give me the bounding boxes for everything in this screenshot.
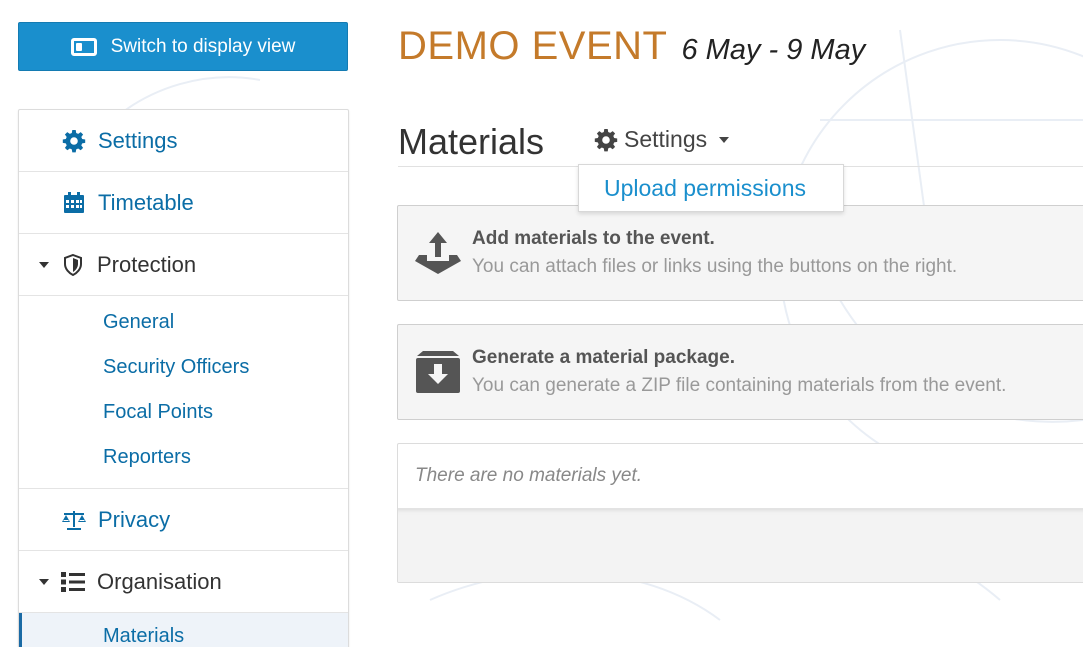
dropdown-item-upload-permissions[interactable]: Upload permissions bbox=[578, 164, 844, 212]
sidebar-item-focal-points[interactable]: Focal Points bbox=[19, 390, 348, 435]
sidebar-section-organisation[interactable]: Organisation bbox=[19, 551, 348, 613]
gear-icon bbox=[61, 128, 87, 154]
caret-down-icon bbox=[719, 136, 730, 143]
display-view-icon bbox=[70, 37, 97, 56]
generate-package-text: Generate a material package. You can gen… bbox=[472, 347, 1006, 397]
event-dates: 6 May - 9 May bbox=[681, 34, 866, 66]
sidebar-item-settings[interactable]: Settings bbox=[19, 110, 348, 172]
sidebar-item-label: Settings bbox=[98, 127, 178, 153]
add-materials-box[interactable]: Add materials to the event. You can atta… bbox=[397, 205, 1083, 301]
generate-package-title: Generate a material package. bbox=[472, 347, 735, 368]
caret-down-icon bbox=[39, 578, 49, 585]
shield-icon bbox=[60, 252, 86, 278]
switch-button-label: Switch to display view bbox=[110, 35, 296, 57]
add-materials-title: Add materials to the event. bbox=[472, 228, 715, 249]
materials-list-footer bbox=[398, 508, 1083, 582]
sidebar-section-label: Protection bbox=[97, 251, 197, 277]
empty-message: There are no materials yet. bbox=[415, 465, 643, 486]
sidebar-item-privacy[interactable]: Privacy bbox=[19, 489, 348, 551]
upload-tray-icon bbox=[414, 231, 462, 275]
list-icon bbox=[60, 569, 86, 595]
add-materials-description: You can attach files or links using the … bbox=[472, 256, 958, 277]
sidebar-item-timetable[interactable]: Timetable bbox=[19, 172, 348, 234]
add-materials-text: Add materials to the event. You can atta… bbox=[472, 228, 957, 278]
sidebar-nav: Settings Timetable Protection General Se… bbox=[18, 109, 349, 647]
settings-dropdown-label: Settings bbox=[624, 126, 708, 152]
event-name: DEMO EVENT bbox=[398, 24, 668, 68]
sidebar-item-label: Privacy bbox=[98, 506, 171, 532]
gear-icon bbox=[594, 128, 618, 151]
sidebar-item-general[interactable]: General bbox=[19, 300, 348, 345]
sidebar-item-materials[interactable]: Materials bbox=[19, 613, 348, 647]
calendar-icon bbox=[61, 190, 87, 216]
generate-package-description: You can generate a ZIP file containing m… bbox=[472, 375, 1007, 396]
materials-list: There are no materials yet. bbox=[397, 443, 1083, 583]
organisation-submenu: Materials bbox=[19, 613, 348, 647]
protection-submenu: General Security Officers Focal Points R… bbox=[19, 296, 348, 489]
sidebar-section-protection[interactable]: Protection bbox=[19, 234, 348, 296]
switch-to-display-view-button[interactable]: Switch to display view bbox=[18, 22, 348, 71]
caret-down-icon bbox=[39, 261, 49, 268]
archive-box-icon bbox=[414, 350, 462, 394]
sidebar-item-security-officers[interactable]: Security Officers bbox=[19, 345, 348, 390]
scales-icon bbox=[61, 507, 87, 533]
page-title: Materials bbox=[398, 121, 545, 162]
sidebar-item-reporters[interactable]: Reporters bbox=[19, 435, 348, 480]
sidebar-item-label: Timetable bbox=[98, 189, 194, 215]
settings-dropdown-toggle[interactable]: Settings bbox=[594, 126, 730, 153]
sidebar-section-label: Organisation bbox=[97, 568, 222, 594]
event-header: DEMO EVENT 6 May - 9 May bbox=[398, 24, 865, 69]
generate-package-box[interactable]: Generate a material package. You can gen… bbox=[397, 324, 1083, 420]
